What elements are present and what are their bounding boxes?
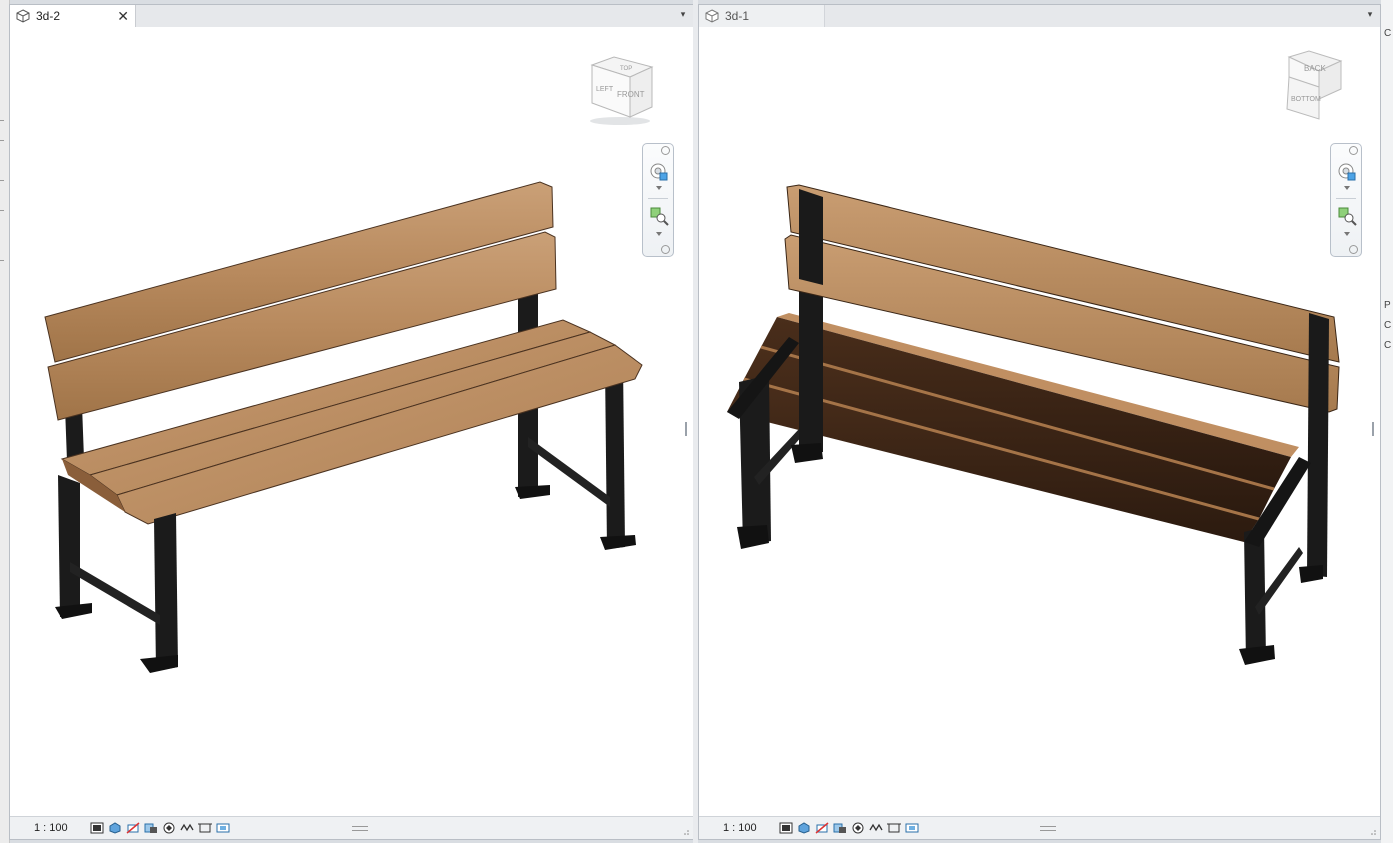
edge-letter: C	[1384, 28, 1392, 39]
edge-letter: C	[1384, 320, 1392, 331]
viewcube[interactable]: BACK BOTTOM	[1279, 47, 1349, 123]
edge-tick	[0, 140, 4, 141]
edge-tick	[0, 260, 4, 261]
chevron-down-icon[interactable]	[1344, 186, 1350, 190]
view-scale[interactable]: 1 : 100	[723, 822, 779, 834]
3d-view-icon	[16, 9, 30, 23]
temporary-hide-icon[interactable]	[216, 822, 230, 834]
temporary-hide-icon[interactable]	[905, 822, 919, 834]
steering-wheel-icon[interactable]	[1337, 162, 1357, 182]
edge-tick	[0, 180, 4, 181]
backrest-post	[799, 189, 823, 285]
shadows-icon[interactable]	[833, 822, 847, 834]
tab-dropdown-button[interactable]: ▾	[1364, 9, 1376, 21]
navbar-separator	[1336, 198, 1356, 199]
navigation-bar	[1330, 143, 1362, 257]
bench-foot	[1239, 645, 1275, 665]
navbar-options-icon[interactable]	[1349, 245, 1358, 254]
edge-tick	[0, 210, 4, 211]
viewcube-front-label: FRONT	[617, 90, 645, 99]
status-resize-handle[interactable]	[1039, 826, 1056, 831]
edge-tick	[0, 120, 4, 121]
viewcube[interactable]: TOP LEFT FRONT	[584, 51, 660, 127]
resize-grip-icon[interactable]	[682, 828, 690, 836]
zoom-icon[interactable]	[1337, 206, 1357, 226]
viewcube-bottom-label: BOTTOM	[1291, 96, 1321, 103]
chevron-down-icon[interactable]	[656, 232, 662, 236]
tab-dropdown-button[interactable]: ▾	[677, 9, 689, 21]
sun-path-icon[interactable]	[815, 822, 829, 834]
chevron-down-icon[interactable]	[656, 186, 662, 190]
view-control-bar: 1 : 100	[699, 816, 1380, 839]
scroll-handle[interactable]	[685, 422, 687, 436]
tab-bar: 3d-2 ✕ ▾	[10, 5, 693, 28]
bench-leg	[605, 362, 625, 549]
right-edge-panel: C P C C	[1381, 0, 1393, 843]
show-crop-icon[interactable]	[198, 822, 212, 834]
crop-view-icon[interactable]	[869, 822, 883, 834]
crop-view-icon[interactable]	[180, 822, 194, 834]
steering-wheel-icon[interactable]	[649, 162, 669, 182]
tab-label: 3d-2	[36, 9, 61, 23]
bench-foot	[140, 655, 178, 673]
detail-level-icon[interactable]	[779, 822, 793, 834]
tab-bar: 3d-1 ▾	[699, 5, 1380, 28]
resize-grip-icon[interactable]	[1369, 828, 1377, 836]
bench-foot	[737, 525, 769, 549]
zoom-icon[interactable]	[649, 206, 669, 226]
close-navbar-icon[interactable]	[1349, 146, 1358, 155]
render-icon[interactable]	[162, 822, 176, 834]
tab-3d-2[interactable]: 3d-2 ✕	[10, 5, 136, 27]
view-window-3d-2: 3d-2 ✕ ▾ TOP LEFT FRONT 1: 100	[9, 4, 694, 840]
shadows-icon[interactable]	[144, 822, 158, 834]
bench-brace	[528, 437, 610, 507]
view-control-bar: 1 : 100	[10, 816, 693, 839]
viewcube-top-label: TOP	[620, 66, 632, 72]
bench-leg	[58, 475, 80, 617]
sun-path-icon[interactable]	[126, 822, 140, 834]
scroll-handle[interactable]	[1372, 422, 1374, 436]
bench-foot	[791, 443, 823, 463]
render-icon[interactable]	[851, 822, 865, 834]
navbar-options-icon[interactable]	[661, 245, 670, 254]
navbar-separator	[648, 198, 668, 199]
visual-style-icon[interactable]	[797, 822, 811, 834]
bench-foot	[600, 535, 636, 550]
3d-viewport[interactable]: BACK BOTTOM	[699, 27, 1380, 817]
edge-letter: P	[1384, 300, 1391, 311]
close-icon[interactable]: ✕	[117, 8, 129, 25]
navigation-bar	[642, 143, 674, 257]
viewcube-left-label: LEFT	[596, 86, 614, 93]
bench-model-front-view	[44, 181, 643, 673]
bench-brace	[70, 562, 160, 625]
bench-leg	[154, 513, 178, 671]
close-navbar-icon[interactable]	[661, 146, 670, 155]
show-crop-icon[interactable]	[887, 822, 901, 834]
detail-level-icon[interactable]	[90, 822, 104, 834]
tab-3d-1[interactable]: 3d-1	[699, 5, 825, 27]
view-window-3d-1: 3d-1 ▾ BACK BOTTOM 1: 100	[698, 4, 1381, 840]
edge-letter: C	[1384, 340, 1392, 351]
status-resize-handle[interactable]	[351, 826, 368, 831]
3d-viewport[interactable]: TOP LEFT FRONT	[10, 27, 693, 817]
chevron-down-icon[interactable]	[1344, 232, 1350, 236]
viewcube-back-label: BACK	[1304, 64, 1326, 73]
3d-view-icon	[705, 9, 719, 23]
view-scale[interactable]: 1 : 100	[34, 822, 90, 834]
bench-foot	[1299, 565, 1323, 583]
backrest-post	[1307, 313, 1329, 577]
bench-foot	[515, 485, 550, 499]
tab-label: 3d-1	[725, 9, 750, 23]
bench-leg	[1244, 527, 1266, 663]
bench-model-back-view	[727, 184, 1340, 665]
visual-style-icon[interactable]	[108, 822, 122, 834]
